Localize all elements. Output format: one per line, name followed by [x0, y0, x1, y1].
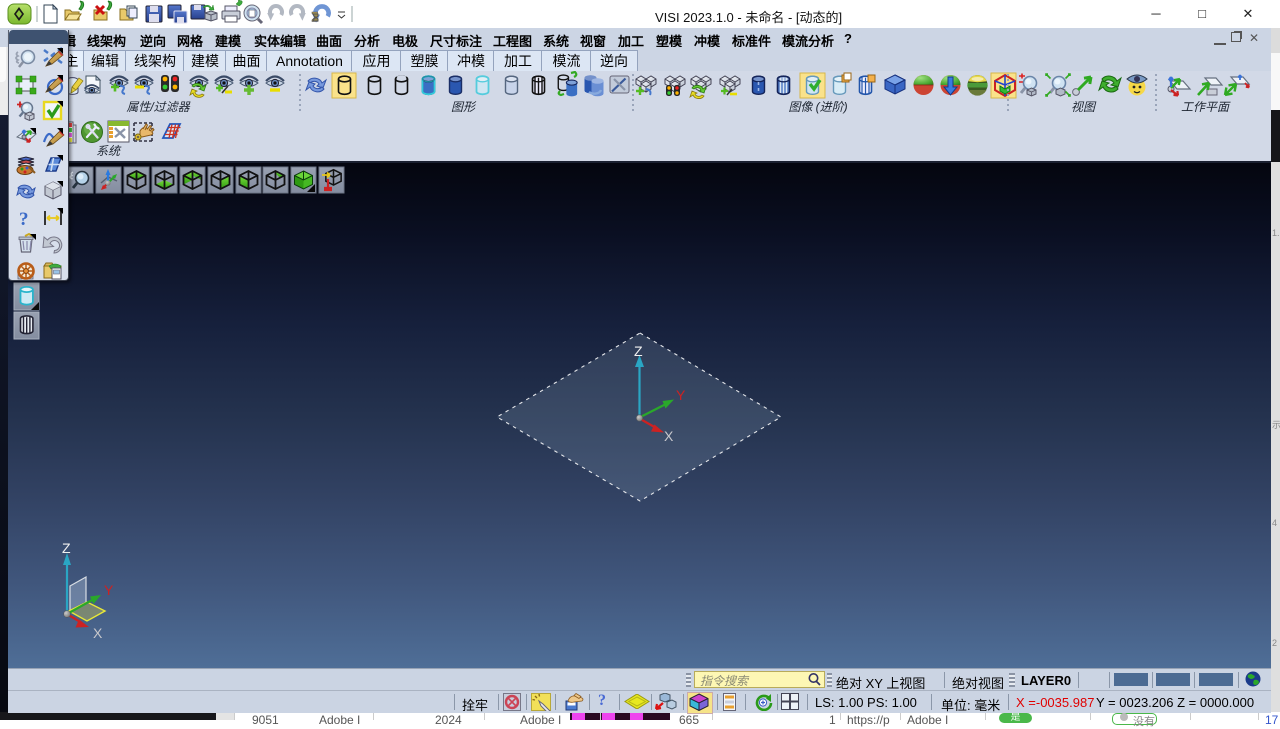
svg-text:系统: 系统 — [96, 144, 122, 158]
svg-text:属性/过滤器: 属性/过滤器 — [126, 100, 190, 114]
svg-text:Y: Y — [104, 582, 114, 598]
svg-text:Z: Z — [62, 540, 71, 556]
svg-text:?: ? — [19, 209, 29, 230]
svg-text:X: X — [664, 428, 674, 444]
svg-text:视图: 视图 — [1071, 100, 1097, 114]
svg-text:Y: Y — [676, 387, 686, 403]
svg-text:图形: 图形 — [451, 100, 477, 114]
svg-text:图像 (进阶): 图像 (进阶) — [788, 100, 847, 114]
svg-text:Z: Z — [634, 343, 643, 359]
svg-text:工作平面: 工作平面 — [1181, 100, 1231, 114]
svg-text:X: X — [93, 625, 103, 641]
